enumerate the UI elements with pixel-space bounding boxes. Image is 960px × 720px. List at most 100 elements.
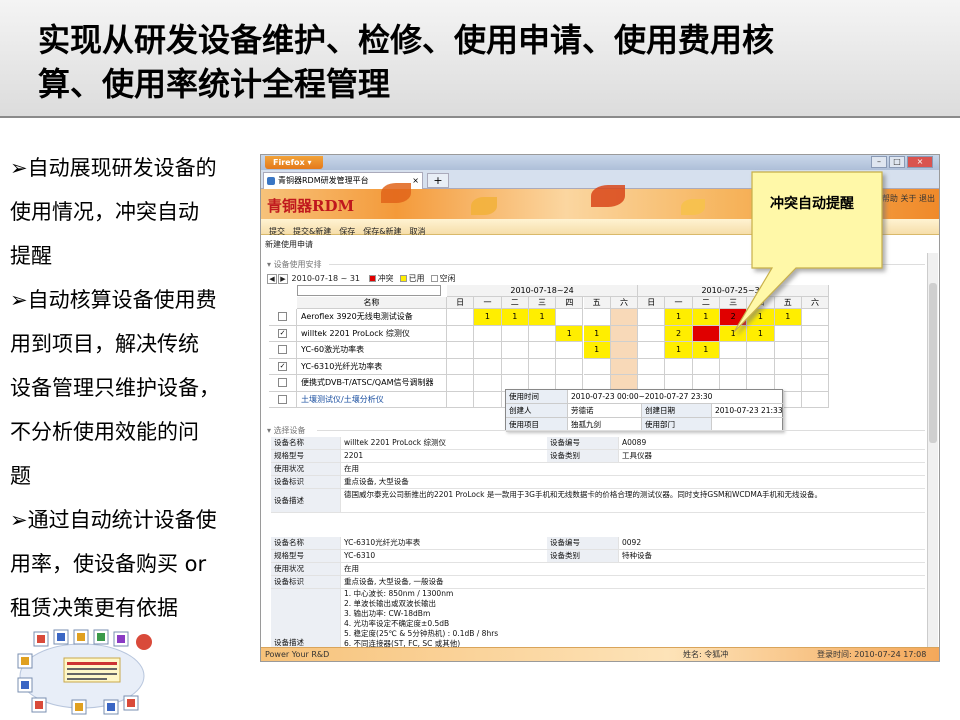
schedule-cell[interactable] xyxy=(528,342,557,359)
next-week-button[interactable]: ▶ xyxy=(278,273,288,284)
schedule-cell[interactable] xyxy=(474,325,502,342)
schedule-cell[interactable] xyxy=(501,325,529,342)
schedule-cell[interactable]: 2 xyxy=(665,325,693,342)
schedule-cell[interactable] xyxy=(474,375,502,392)
device-name[interactable]: 土壤测试仪/土壤分析仪 xyxy=(297,391,447,408)
date-range: 2010-07-18 ~ 31 xyxy=(291,274,361,283)
schedule-cell[interactable]: 1 xyxy=(692,342,720,359)
bullet-line: 用率，使设备购买 or xyxy=(10,552,207,576)
schedule-cell[interactable]: 1 xyxy=(474,309,502,326)
maximize-button[interactable]: □ xyxy=(889,156,905,168)
device-status-value: 在用 xyxy=(341,563,925,576)
device-checkbox[interactable] xyxy=(278,394,287,404)
schedule-cell[interactable] xyxy=(583,358,611,375)
legend: 冲突 已用 空闲 xyxy=(363,274,456,283)
schedule-cell[interactable]: 1 xyxy=(665,309,693,326)
schedule-cell[interactable]: 1 xyxy=(501,309,529,326)
section-selected-title: 选择设备 xyxy=(273,426,306,435)
close-window-button[interactable]: × xyxy=(907,156,933,168)
device-checkbox[interactable]: ✓ xyxy=(278,328,287,338)
row-checkbox-cell xyxy=(269,309,297,326)
legend-swatch xyxy=(368,275,376,282)
schedule-cell[interactable] xyxy=(801,358,830,375)
schedule-cell[interactable] xyxy=(720,358,748,375)
schedule-cell[interactable] xyxy=(447,391,475,408)
save-new-button[interactable]: 保存&新建 xyxy=(363,224,401,240)
schedule-cell[interactable] xyxy=(447,342,475,359)
schedule-cell[interactable] xyxy=(801,375,830,392)
schedule-cell[interactable] xyxy=(801,391,830,408)
schedule-cell[interactable]: 1 xyxy=(583,342,611,359)
bullet-line: 提醒 xyxy=(10,244,52,268)
bullet-line: 设备管理只维护设备， xyxy=(10,376,220,400)
schedule-cell[interactable] xyxy=(528,358,557,375)
schedule-cell[interactable] xyxy=(447,309,475,326)
save-button[interactable]: 保存 xyxy=(339,224,355,240)
schedule-cell[interactable] xyxy=(638,342,666,359)
column-header-name: 名称 xyxy=(297,297,447,309)
row-checkbox-cell xyxy=(269,391,297,408)
schedule-cell[interactable] xyxy=(665,358,693,375)
device-name: 便携式DVB-T/ATSC/QAM信号调制器 xyxy=(297,375,447,392)
schedule-cell[interactable] xyxy=(556,342,584,359)
scrollbar[interactable] xyxy=(927,253,938,647)
schedule-cell[interactable] xyxy=(774,342,802,359)
schedule-cell[interactable] xyxy=(638,325,666,342)
device-checkbox[interactable] xyxy=(278,312,287,321)
section-selected-header[interactable]: ▾ 选择设备 xyxy=(267,425,306,436)
schedule-cell[interactable] xyxy=(583,309,611,326)
device-checkbox[interactable] xyxy=(278,378,287,387)
close-tab-icon[interactable]: × xyxy=(412,173,419,189)
submit-button[interactable]: 提交 xyxy=(269,224,285,240)
date-navigation: ◀ ▶ 2010-07-18 ~ 31 冲突 已用 空闲 xyxy=(267,273,456,284)
schedule-cell[interactable]: 1 xyxy=(556,325,584,342)
schedule-cell[interactable] xyxy=(720,342,748,359)
status-bar: Power Your R&D 姓名: 令狐冲 登录时间: 2010-07-24 … xyxy=(261,647,939,661)
schedule-cell[interactable]: 1 xyxy=(528,309,557,326)
schedule-cell[interactable] xyxy=(556,358,584,375)
section-schedule-header[interactable]: ▾ 设备使用安排 xyxy=(267,259,322,270)
schedule-cell[interactable] xyxy=(474,391,502,408)
leaf-decoration xyxy=(381,183,411,203)
device-checkbox[interactable] xyxy=(278,345,287,354)
schedule-cell[interactable]: 1 xyxy=(583,325,611,342)
device-model-value: YC-6310 xyxy=(341,550,547,563)
schedule-cell[interactable] xyxy=(692,358,720,375)
schedule-cell[interactable]: 1 xyxy=(665,342,693,359)
device-name-value: YC-6310光纤光功率表 xyxy=(341,537,547,550)
schedule-cell[interactable] xyxy=(610,325,639,342)
new-tab-button[interactable]: + xyxy=(427,173,449,188)
schedule-cell[interactable] xyxy=(447,375,475,392)
weekday-header: 一 xyxy=(665,297,693,309)
schedule-cell[interactable] xyxy=(610,309,639,326)
prev-week-button[interactable]: ◀ xyxy=(267,273,277,284)
device-name: willtek 2201 ProLock 综测仪 xyxy=(297,325,447,342)
minimize-button[interactable]: – xyxy=(871,156,887,168)
cancel-button[interactable]: 取消 xyxy=(410,224,426,240)
schedule-cell[interactable] xyxy=(528,325,557,342)
schedule-cell[interactable] xyxy=(610,358,639,375)
schedule-cell[interactable] xyxy=(801,342,830,359)
device-tag-value: 重点设备, 大型设备, 一般设备 xyxy=(341,576,925,589)
schedule-cell[interactable] xyxy=(501,342,529,359)
schedule-cell[interactable] xyxy=(610,342,639,359)
name-filter-input[interactable] xyxy=(297,285,441,296)
device-desc-value: 1. 中心波长: 850nm / 1300nm 2. 单波长输出或双波长输出 3. … xyxy=(341,589,925,653)
firefox-menu-button[interactable]: Firefox ▾ xyxy=(265,156,323,169)
schedule-cell[interactable] xyxy=(774,358,802,375)
scrollbar-thumb[interactable] xyxy=(929,283,937,443)
schedule-cell[interactable] xyxy=(638,358,666,375)
schedule-cell[interactable] xyxy=(556,309,584,326)
schedule-cell[interactable] xyxy=(638,309,666,326)
schedule-cell[interactable] xyxy=(447,325,475,342)
schedule-cell[interactable] xyxy=(474,342,502,359)
schedule-cell[interactable] xyxy=(447,358,475,375)
schedule-cell[interactable] xyxy=(747,358,775,375)
submit-new-button[interactable]: 提交&新建 xyxy=(293,224,331,240)
bullet-line: 用到项目，解决传统 xyxy=(10,332,199,356)
bullet-line: 题 xyxy=(10,464,31,488)
device-checkbox[interactable]: ✓ xyxy=(278,361,287,371)
schedule-cell[interactable] xyxy=(474,358,502,375)
schedule-cell[interactable] xyxy=(747,342,775,359)
schedule-cell[interactable] xyxy=(501,358,529,375)
